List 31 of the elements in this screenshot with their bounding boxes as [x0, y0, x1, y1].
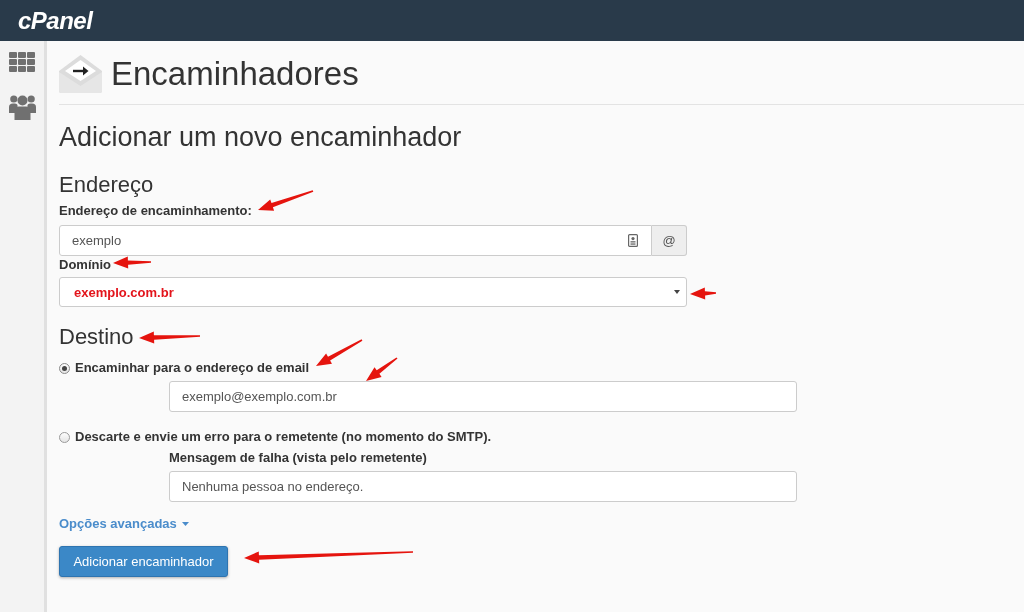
field-label: Mensagem de falha (vista pelo remetente)	[169, 449, 427, 467]
radio-button[interactable]	[59, 362, 70, 374]
option-label: Encaminhar para o endereço de email	[75, 359, 310, 377]
input-field[interactable]: exemplo	[59, 225, 652, 256]
caret-icon	[181, 522, 189, 526]
option-label: Descarte e envie um erro para o remetente (no momento do SMTP).	[75, 428, 492, 446]
annotation-arrow	[113, 256, 151, 269]
annotation-arrow	[366, 357, 398, 381]
contact-card-icon[interactable]	[628, 234, 638, 247]
users-icon[interactable]	[8, 94, 36, 120]
annotation-arrow	[316, 339, 363, 366]
advanced-options-link[interactable]: Opções avançadas	[59, 515, 189, 533]
input-field[interactable]: exemplo@exemplo.com.br	[169, 381, 797, 412]
envelope-arrow-icon	[59, 55, 102, 93]
annotation-arrow	[139, 331, 200, 344]
section-heading: Endereço	[59, 172, 154, 198]
domain-select[interactable]: exemplo.com.br	[59, 277, 687, 307]
input-field[interactable]: Nenhuma pessoa no endereço.	[169, 471, 797, 502]
form-heading: Adicionar um novo encaminhador	[59, 121, 462, 153]
input-addon: @	[652, 225, 687, 256]
radio-button[interactable]	[59, 431, 70, 443]
field-label: Domínio	[59, 256, 111, 274]
logo[interactable]: cPanel	[18, 6, 93, 35]
caret-icon	[674, 290, 680, 294]
grid-icon[interactable]	[9, 52, 35, 72]
section-heading: Destino	[59, 324, 134, 350]
page-title: Encaminhadores	[111, 55, 359, 93]
field-label: Endereço de encaminhamento:	[59, 202, 252, 220]
annotation-arrow	[690, 287, 716, 300]
add-forwarder-button[interactable]: Adicionar encaminhador	[59, 546, 228, 577]
annotation-arrow	[258, 190, 314, 211]
